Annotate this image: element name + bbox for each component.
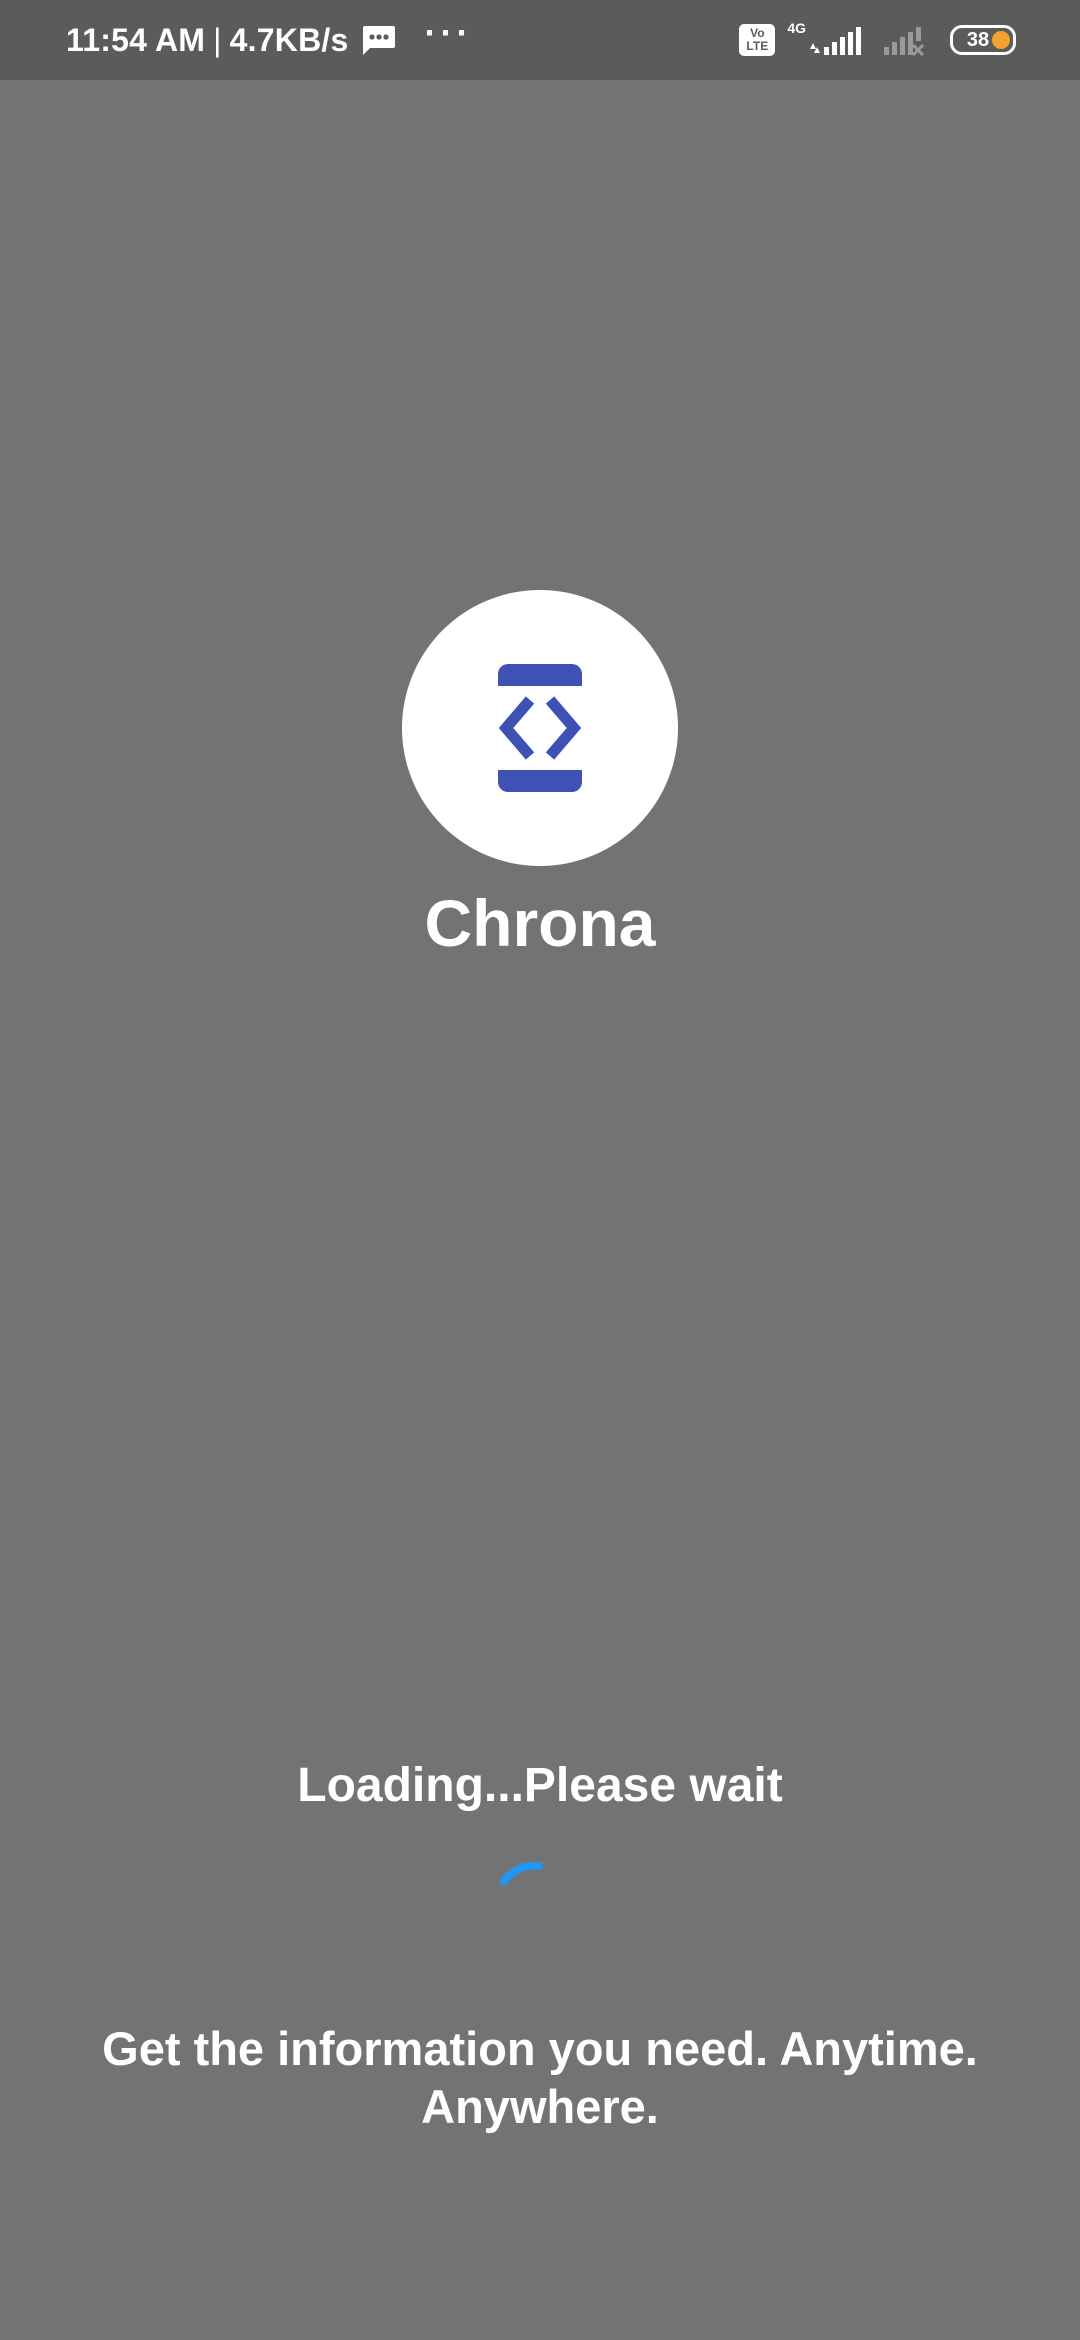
- developer-mode-icon: [498, 664, 582, 792]
- volte-icon: Vo LTE: [739, 24, 776, 56]
- network-type-label: 4G: [787, 20, 806, 36]
- status-separator: |: [213, 21, 222, 58]
- tagline: Get the information you need. Anytime. A…: [102, 2022, 978, 2133]
- signal-icon: [810, 27, 861, 55]
- volte-label-bottom: LTE: [746, 39, 769, 53]
- more-notifications-icon: ···: [424, 12, 473, 53]
- battery-icon: 38: [950, 25, 1016, 55]
- battery-fill: [992, 31, 1010, 49]
- signal-no-service-icon: [884, 27, 925, 57]
- loading-text: Loading...Please wait: [297, 1759, 783, 1812]
- app-logo: [402, 590, 678, 866]
- clock: 11:54 AM: [66, 21, 206, 58]
- status-left: 11:54 AM | 4.7KB/s ···: [66, 0, 472, 80]
- status-bar: 11:54 AM | 4.7KB/s ··· Vo LTE 4G 38: [0, 0, 1080, 80]
- network-speed: 4.7KB/s: [229, 21, 349, 58]
- battery-level: 38: [966, 28, 990, 51]
- status-right: Vo LTE 4G 38: [739, 0, 1016, 80]
- message-icon: [363, 26, 396, 55]
- loading-spinner: [498, 1862, 543, 1887]
- app-name: Chrona: [424, 886, 656, 960]
